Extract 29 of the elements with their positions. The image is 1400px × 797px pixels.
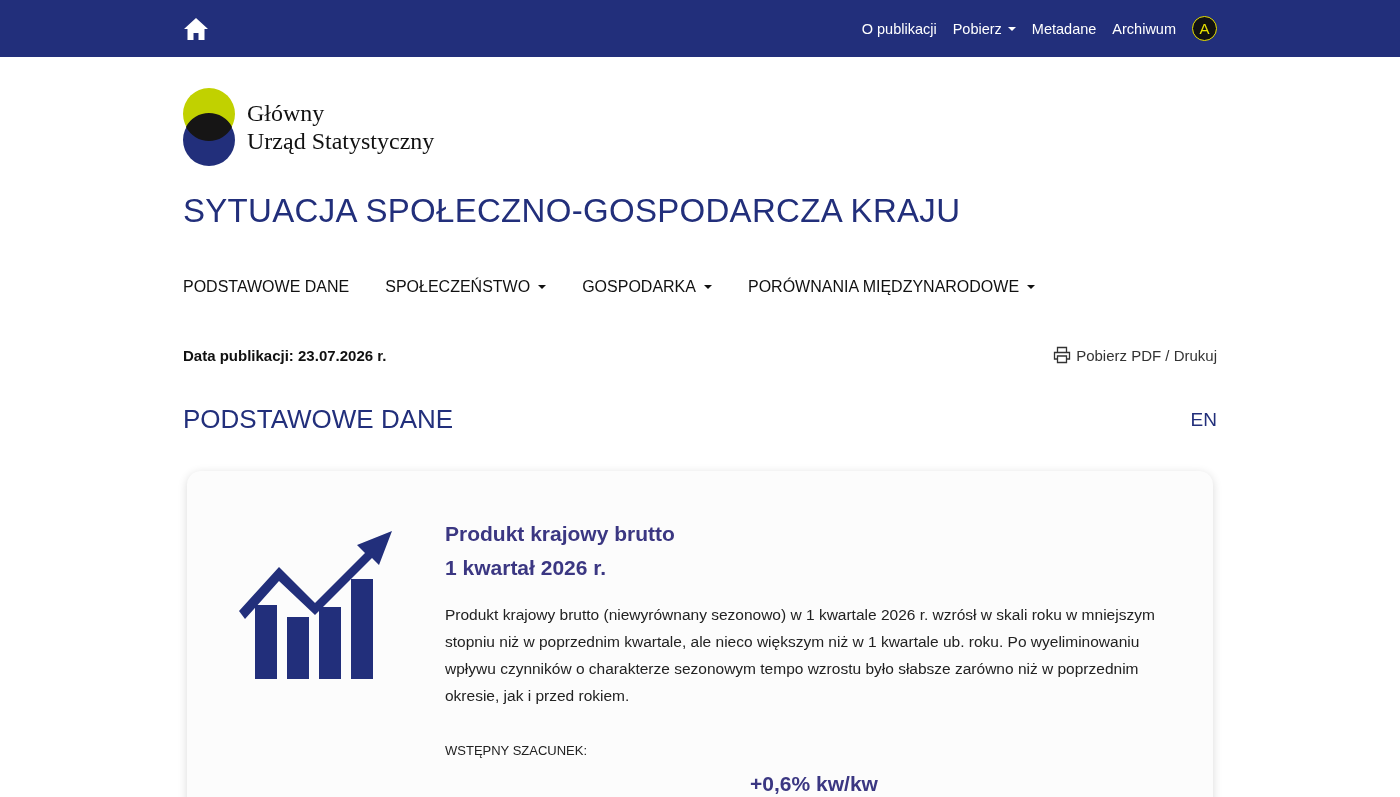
publication-date: Data publikacji: 23.07.2026 r. xyxy=(183,346,387,364)
logo-text: Urząd Statystyczny xyxy=(247,127,435,155)
caret-icon xyxy=(1007,26,1016,31)
nav-link[interactable]: O publikacji xyxy=(861,20,937,37)
card-title: Produkt krajowy brutto xyxy=(445,521,676,547)
page-title: SYTUACJA SPOŁECZNO-GOSPODARCZA KRAJU xyxy=(183,192,962,230)
caret-icon xyxy=(703,285,712,289)
logo-icon xyxy=(183,88,235,166)
section-heading: PODSTAWOWE DANE xyxy=(183,404,454,435)
estimate-value: +0,6% kw/kw xyxy=(750,772,878,795)
growth-chart-icon xyxy=(239,531,393,679)
nav-link[interactable]: Archiwum xyxy=(1112,20,1176,37)
home-icon[interactable] xyxy=(183,16,209,41)
language-link[interactable]: EN xyxy=(1190,408,1217,431)
card-period: 1 kwartał 2026 r. xyxy=(445,555,608,581)
menu-item[interactable]: SPOŁECZEŃSTWO xyxy=(385,278,547,296)
caret-icon xyxy=(1027,285,1036,289)
printer-icon xyxy=(1053,346,1072,364)
menu-item[interactable]: GOSPODARKA xyxy=(582,278,712,296)
nav-link[interactable]: Metadane xyxy=(1031,20,1097,37)
menu-item[interactable]: PODSTAWOWE DANE xyxy=(183,278,350,296)
accessibility-button[interactable]: A xyxy=(1192,16,1217,41)
estimate-label: WSTĘPNY SZACUNEK: xyxy=(445,743,589,758)
logo-text: Główny xyxy=(247,99,326,127)
nav-link[interactable]: Pobierz xyxy=(952,20,1016,37)
card-description: Produkt krajowy brutto (niewyrównany sezonowo) w 1 kwartale 2026 r. wzrósł w skali roku w mniejszym stopniu niż w poprzednim kwartale, ale nieco większym niż w 1 kwartale ub. roku. Po wyeliminowaniu wpływu czynników o charakterze sezonowym tempo wzrostu było słabsze zarówno niż w poprzednim okresie, jak i przed rokiem. xyxy=(445,605,1156,706)
caret-icon xyxy=(538,285,547,289)
download-link[interactable]: Pobierz PDF / Drukuj xyxy=(1053,346,1217,364)
menu-item[interactable]: PORÓWNANIA MIĘDZYNARODOWE xyxy=(747,278,1036,296)
